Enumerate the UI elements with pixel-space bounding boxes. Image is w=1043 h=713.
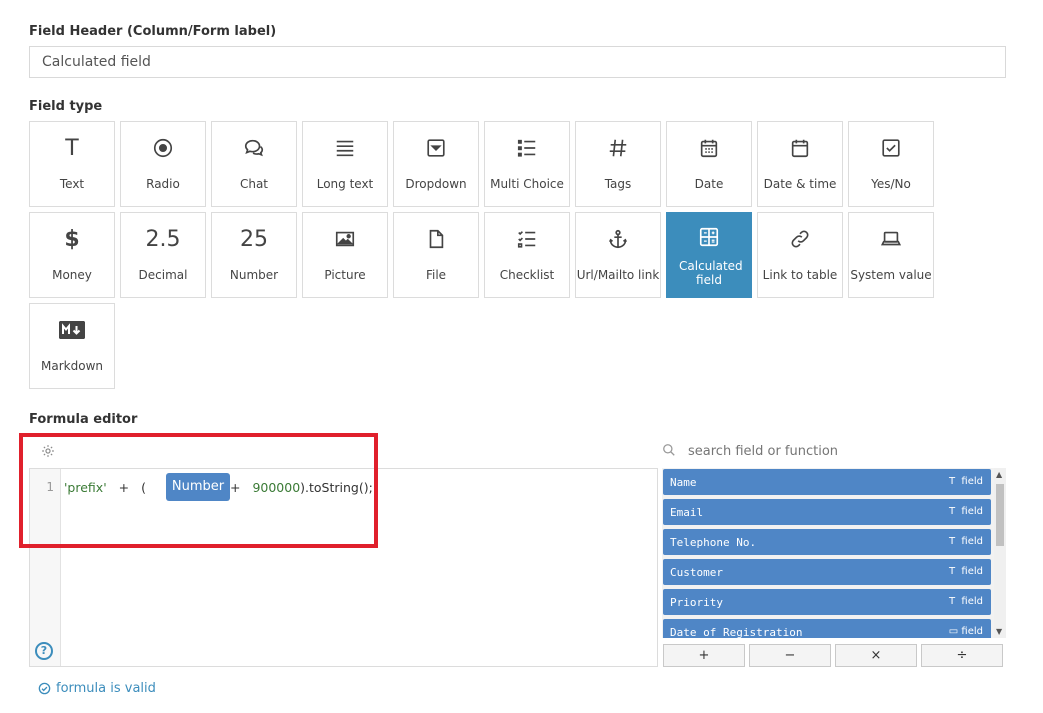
file-icon [394, 225, 478, 253]
picture-icon [303, 225, 387, 253]
tile-date-time[interactable]: Date & time [757, 121, 843, 207]
code-number: 900000 [252, 480, 301, 495]
formula-status: formula is valid [38, 681, 156, 696]
gear-icon[interactable] [41, 443, 55, 462]
tile-chat[interactable]: Chat [211, 121, 297, 207]
tile-number[interactable]: 25 Number [211, 212, 297, 298]
formula-status-text: formula is valid [56, 681, 156, 696]
calculated-icon [667, 223, 751, 251]
field-list: Name T field Email T field Telephone No.… [662, 468, 1006, 638]
tile-file[interactable]: File [393, 212, 479, 298]
search-icon [663, 444, 675, 456]
tile-system-value[interactable]: System value [848, 212, 934, 298]
markdown-icon [30, 316, 114, 344]
tile-markdown[interactable]: Markdown [29, 303, 115, 389]
radio-icon [121, 134, 205, 162]
tile-dropdown[interactable]: Dropdown [393, 121, 479, 207]
text-type-icon: T [948, 536, 956, 547]
multi-choice-icon [485, 134, 569, 162]
tile-calculated-field[interactable]: Calculated field [666, 212, 752, 298]
divide-operator-button[interactable]: ÷ [921, 644, 1003, 667]
tile-link-to-table[interactable]: Link to table [757, 212, 843, 298]
chat-icon [212, 134, 296, 162]
text-type-icon: T [948, 476, 956, 487]
field-item-customer[interactable]: Customer T field [663, 559, 991, 585]
formula-code-editor[interactable]: 1 'prefix' + ( Number + 900000).toString… [29, 468, 658, 667]
tile-money[interactable]: $ Money [29, 212, 115, 298]
text-type-icon: T [948, 506, 956, 517]
formula-code-line[interactable]: 'prefix' + ( Number + 900000).toString()… [64, 473, 373, 501]
formula-field-token[interactable]: Number [166, 473, 230, 501]
scrollbar-thumb[interactable] [996, 484, 1004, 546]
scroll-up-icon[interactable]: ▲ [996, 470, 1002, 479]
field-item-priority[interactable]: Priority T field [663, 589, 991, 615]
line-number: 1 [46, 480, 54, 494]
line-gutter: 1 [30, 469, 61, 666]
calendar-icon [667, 134, 751, 162]
code-paren: ( [141, 480, 146, 495]
field-header-input[interactable]: Calculated field [29, 46, 1006, 78]
check-circle-icon [38, 682, 51, 695]
help-icon[interactable]: ? [35, 642, 53, 660]
calendar-type-icon: ▭ [948, 626, 959, 637]
tile-radio[interactable]: Radio [120, 121, 206, 207]
field-item-name[interactable]: Name T field [663, 469, 991, 495]
field-type-label: Field type [29, 99, 103, 114]
subtract-operator-button[interactable]: − [749, 644, 831, 667]
checklist-icon [485, 225, 569, 253]
checkbox-icon [849, 134, 933, 162]
tile-picture[interactable]: Picture [302, 212, 388, 298]
tile-multi-choice[interactable]: Multi Choice [484, 121, 570, 207]
dropdown-icon [394, 134, 478, 162]
tile-tags[interactable]: Tags [575, 121, 661, 207]
field-search[interactable] [662, 441, 1002, 461]
formula-editor-label: Formula editor [29, 412, 138, 427]
field-list-scrollbar[interactable]: ▲ ▼ [994, 468, 1006, 638]
long-text-icon [303, 134, 387, 162]
tile-text[interactable]: T Text [29, 121, 115, 207]
text-icon: T [65, 135, 79, 161]
tile-long-text[interactable]: Long text [302, 121, 388, 207]
anchor-icon [576, 225, 660, 253]
decimal-icon: 2.5 [145, 226, 181, 252]
field-item-date-of-registration[interactable]: Date of Registration ▭ field [663, 619, 991, 638]
tile-date[interactable]: Date [666, 121, 752, 207]
scroll-down-icon[interactable]: ▼ [996, 627, 1002, 636]
code-call: ).toString(); [300, 480, 373, 495]
field-item-email[interactable]: Email T field [663, 499, 991, 525]
number-icon: 25 [240, 226, 268, 252]
tile-decimal[interactable]: 2.5 Decimal [120, 212, 206, 298]
text-type-icon: T [948, 566, 956, 577]
field-item-telephone[interactable]: Telephone No. T field [663, 529, 991, 555]
add-operator-button[interactable]: + [663, 644, 745, 667]
code-string: 'prefix' [64, 480, 107, 495]
code-operator: + [229, 480, 241, 495]
link-icon [758, 225, 842, 253]
tile-yes-no[interactable]: Yes/No [848, 121, 934, 207]
text-type-icon: T [948, 596, 956, 607]
calendar-icon [758, 134, 842, 162]
tile-url-mailto[interactable]: Url/Mailto link [575, 212, 661, 298]
hash-icon [576, 134, 660, 162]
dollar-icon: $ [64, 226, 80, 252]
field-header-label: Field Header (Column/Form label) [29, 24, 277, 39]
laptop-icon [849, 225, 933, 253]
search-input[interactable] [688, 441, 988, 461]
code-operator: + [118, 480, 130, 495]
tile-checklist[interactable]: Checklist [484, 212, 570, 298]
multiply-operator-button[interactable]: × [835, 644, 917, 667]
